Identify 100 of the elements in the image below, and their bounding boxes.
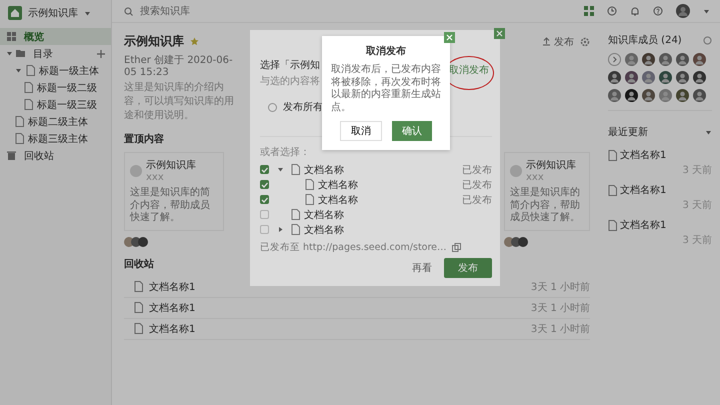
space-meta: Ether 创建于 2020-06-05 15:23 — [124, 54, 234, 78]
sidebar-item[interactable]: 标题三级主体 — [0, 130, 111, 147]
avatar[interactable] — [676, 89, 689, 102]
caret-icon[interactable] — [277, 166, 284, 173]
unpublish-link[interactable]: 取消发布 — [449, 65, 489, 76]
update-row[interactable]: 文档名称1 3 天前 — [608, 145, 712, 180]
help-icon[interactable] — [653, 6, 663, 16]
close-icon[interactable] — [444, 32, 455, 43]
document-name[interactable]: 文档名称1 — [149, 322, 196, 336]
status-label: 已发布 — [462, 178, 492, 192]
checkbox[interactable] — [260, 225, 269, 234]
avatar[interactable] — [625, 89, 638, 102]
document-icon — [134, 302, 143, 313]
sidebar-item[interactable]: 标题二级主体 — [0, 113, 111, 130]
search-field[interactable]: 搜索知识库 — [124, 4, 232, 18]
avatar[interactable] — [676, 4, 690, 18]
document-name[interactable]: 文档名称1 — [149, 300, 196, 314]
sidebar-item[interactable]: 目录 — [0, 45, 111, 62]
document-icon — [24, 82, 33, 93]
pinned-card[interactable]: 示例知识库 xxx 这里是知识库的简介内容，帮助成员快速了解。 — [124, 152, 224, 230]
publish-button[interactable]: 发布 — [542, 34, 574, 48]
caret-icon[interactable] — [703, 8, 710, 14]
checkbox[interactable] — [260, 165, 269, 174]
folder-icon — [15, 48, 26, 59]
document-icon — [291, 209, 300, 220]
star-icon[interactable] — [190, 37, 199, 46]
space-title: 示例知识库 — [124, 33, 184, 50]
card-subtitle: xxx — [146, 172, 165, 183]
check-icon — [261, 182, 268, 188]
dialog-title: 选择「示例知 — [260, 58, 320, 72]
check-icon — [261, 196, 268, 202]
avatar-group-drawing — [124, 236, 150, 246]
avatar[interactable] — [693, 71, 706, 84]
caret-icon[interactable] — [6, 50, 13, 57]
home-icon[interactable] — [8, 6, 22, 20]
caret-icon[interactable] — [705, 128, 712, 136]
avatar[interactable] — [625, 71, 638, 84]
document-icon — [15, 116, 24, 127]
panel-title: 最近更新 — [608, 126, 648, 139]
avatar — [130, 164, 142, 176]
caret-icon[interactable] — [277, 226, 284, 233]
avatar[interactable] — [676, 71, 689, 84]
section-title: 回收站 — [124, 258, 154, 270]
document-icon — [305, 179, 314, 190]
document-icon — [134, 281, 143, 292]
sidebar-item[interactable]: 概览 — [0, 28, 111, 45]
checkbox[interactable] — [260, 210, 269, 219]
time-label: 3天 1 小时前 — [530, 302, 590, 314]
document-name: 文档名称 — [304, 224, 344, 236]
sidebar-item[interactable]: 标题一级二级 — [0, 79, 111, 96]
grid-icon[interactable] — [584, 6, 594, 16]
document-name[interactable]: 文档名称1 — [149, 280, 196, 294]
document-icon — [15, 133, 24, 144]
sidebar-item[interactable]: 标题一级主体 — [0, 62, 111, 79]
avatar[interactable] — [608, 71, 621, 84]
cancel-button[interactable]: 取消 — [340, 121, 382, 141]
confirm-button[interactable]: 确认 — [392, 121, 432, 141]
document-icon — [24, 99, 33, 110]
document-icon — [608, 150, 617, 160]
option-label: 发布所有 — [283, 100, 323, 114]
document-name: 文档名称 — [318, 194, 358, 206]
avatar[interactable] — [642, 89, 655, 102]
document-icon — [134, 323, 143, 334]
avatar[interactable] — [659, 71, 672, 84]
space-switcher[interactable]: 示例知识库 — [28, 6, 78, 20]
publish-button[interactable]: 发布 — [444, 258, 492, 278]
next-button-icon[interactable] — [608, 53, 621, 66]
caret-icon[interactable] — [15, 67, 22, 74]
avatar-group-drawing — [504, 236, 530, 246]
add-icon[interactable] — [97, 50, 105, 58]
radio-button[interactable] — [268, 102, 277, 112]
pinned-card[interactable]: 示例知识库 xxx 这里是知识库的简介内容，帮助成员快速了解。 — [504, 152, 590, 230]
clock-icon[interactable] — [607, 6, 617, 16]
checkbox[interactable] — [260, 180, 269, 189]
document-icon — [291, 164, 300, 175]
document-icon — [305, 194, 314, 205]
avatar[interactable] — [642, 53, 655, 66]
update-row[interactable]: 文档名称1 3 天前 — [608, 215, 712, 250]
secondary-button[interactable]: 再看 — [408, 258, 436, 278]
panel-title: 知识库成员 (24) — [608, 34, 682, 47]
card-title: 示例知识库 — [146, 158, 196, 172]
update-row[interactable]: 文档名称1 3 天前 — [608, 180, 712, 215]
avatar[interactable] — [693, 53, 706, 66]
avatar[interactable] — [693, 89, 706, 102]
avatar — [510, 164, 522, 176]
section-label: 或者选择： — [260, 146, 310, 159]
sidebar-item[interactable]: 标题一级三级 — [0, 96, 111, 113]
time-label: 3天 1 小时前 — [530, 322, 590, 336]
sidebar-item[interactable]: 回收站 — [0, 147, 111, 164]
card-text: 这里是知识库的简介内容，帮助成员快速了解。 — [130, 187, 211, 224]
copy-icon[interactable] — [452, 243, 461, 252]
section-title: 置顶内容 — [124, 132, 164, 146]
document-icon — [26, 65, 35, 76]
upload-icon — [542, 37, 551, 46]
checkbox[interactable] — [260, 195, 269, 204]
close-icon[interactable] — [494, 28, 505, 39]
caret-icon[interactable] — [84, 10, 91, 16]
avatar[interactable] — [676, 53, 689, 66]
bell-icon[interactable] — [630, 6, 640, 16]
search-icon — [124, 6, 133, 16]
